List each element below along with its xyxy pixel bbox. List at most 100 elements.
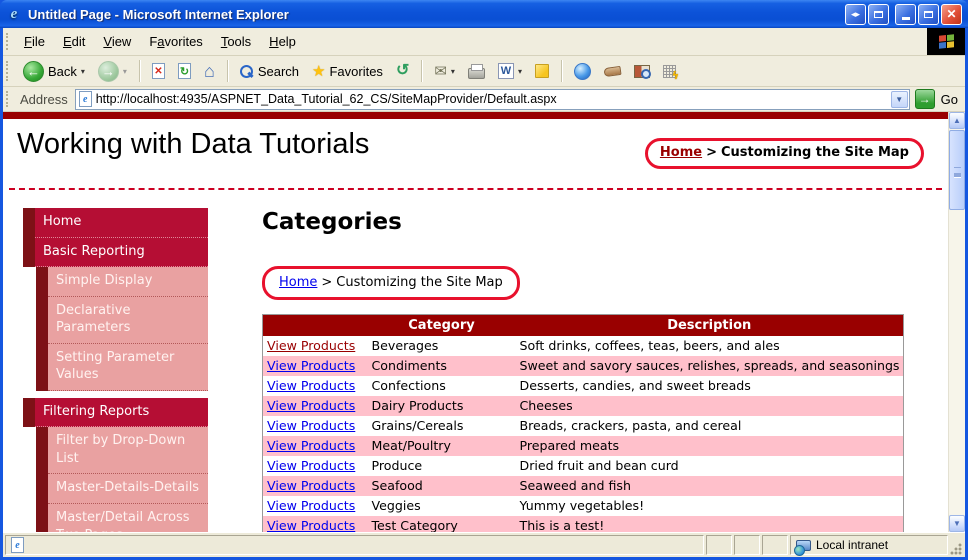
windows-flag-icon [938, 34, 954, 49]
view-products-cell: View Products [263, 456, 368, 476]
toolbar-separator [421, 60, 423, 82]
history-icon: ↺ [395, 62, 410, 79]
nav-strip [36, 343, 48, 391]
status-bar: e Local intranet [3, 532, 965, 557]
view-products-link[interactable]: View Products [267, 338, 355, 353]
top-breadcrumb-home-link[interactable]: Home [660, 145, 702, 160]
home-button[interactable]: ⌂ [199, 60, 220, 82]
address-bar: Address e http://localhost:4935/ASPNET_D… [3, 87, 965, 112]
maximize-icon [924, 10, 933, 18]
nav-strip [23, 237, 35, 268]
sidebar-item-basic-reporting[interactable]: Basic Reporting [23, 237, 208, 268]
status-panel [706, 535, 732, 555]
edit-with-word-button[interactable]: W ▾ [493, 61, 527, 81]
sidebar-item-master-detail-across-two-pages[interactable]: Master/Detail Across Two Pages [36, 504, 208, 532]
go-button[interactable]: → [914, 89, 935, 109]
menu-tools[interactable]: Tools [212, 32, 260, 51]
sidebar-item-declarative-parameters[interactable]: Declarative Parameters [36, 296, 208, 344]
menu-view[interactable]: View [94, 32, 140, 51]
view-products-link[interactable]: View Products [267, 478, 355, 493]
scroll-down-button[interactable]: ▼ [949, 515, 965, 532]
view-products-link[interactable]: View Products [267, 358, 355, 373]
history-button[interactable]: ↺ [391, 61, 414, 81]
view-products-link[interactable]: View Products [267, 498, 355, 513]
sidebar-item-simple-display[interactable]: Simple Display [36, 267, 208, 297]
table-row: View Products Produce Dried fruit and bean… [263, 456, 904, 476]
menubar-grip[interactable] [6, 32, 9, 51]
scrollbar-thumb[interactable] [949, 130, 965, 210]
undock-icon [874, 10, 883, 18]
favorites-button[interactable]: ★ Favorites [307, 62, 388, 81]
address-dropdown-button[interactable]: ▼ [890, 90, 908, 108]
sidebar-item-master-details-details[interactable]: Master-Details-Details [36, 474, 208, 505]
sidebar-item-filtering-reports[interactable]: Filtering Reports [23, 397, 208, 428]
address-input[interactable]: e http://localhost:4935/ASPNET_Data_Tuto… [74, 88, 910, 110]
description-cell: Prepared meats [515, 435, 904, 456]
sidebar-item-label: Declarative Parameters [48, 296, 208, 344]
status-page-icon: e [11, 537, 24, 553]
sidebar-item-filter-by-drop-down-list[interactable]: Filter by Drop-Down List [36, 427, 208, 475]
view-products-link[interactable]: View Products [267, 518, 355, 533]
resize-grip[interactable] [950, 542, 963, 555]
nav-group-gap [23, 391, 208, 398]
view-products-cell: View Products [262, 475, 368, 496]
maximize-button[interactable] [918, 3, 939, 25]
main-breadcrumb-current: Customizing the Site Map [336, 275, 503, 290]
menu-help[interactable]: Help [260, 32, 305, 51]
title-bar: e Untitled Page - Microsoft Internet Exp… [0, 0, 968, 28]
view-products-link[interactable]: View Products [267, 418, 355, 433]
vertical-scrollbar[interactable]: ▲ ▼ [948, 112, 965, 532]
category-cell: Grains/Cereals [371, 417, 464, 433]
close-button[interactable]: ✕ [941, 3, 962, 25]
research-book-icon [633, 64, 651, 79]
status-panel [762, 535, 788, 555]
scrollbar-track[interactable] [949, 211, 965, 515]
menu-favorites[interactable]: Favorites [140, 32, 211, 51]
go-label: Go [940, 91, 958, 107]
menu-file[interactable]: File [15, 32, 54, 51]
view-products-link[interactable]: View Products [267, 398, 355, 413]
addressbar-grip[interactable] [6, 91, 9, 107]
view-products-link[interactable]: View Products [267, 378, 355, 393]
description-cell: Soft drinks, coffees, teas, beers, and a… [519, 337, 780, 353]
toolbar-grip[interactable] [6, 61, 9, 81]
edit-dropdown-icon[interactable]: ▾ [518, 67, 522, 76]
nav-strip [23, 208, 35, 238]
print-button[interactable] [463, 62, 490, 81]
search-button[interactable]: Search [235, 62, 304, 81]
stop-button[interactable]: ✕ [147, 61, 170, 81]
mail-dropdown-icon[interactable]: ▾ [451, 67, 455, 76]
breadcrumb-separator: > [321, 275, 333, 290]
browser-viewport: Working with Data Tutorials Home > Customi… [3, 112, 965, 532]
sidebar-item-label: Filtering Reports [35, 397, 208, 428]
sidebar-item-setting-parameter-values[interactable]: Setting Parameter Values [36, 343, 208, 391]
table-row: View Products Seafood Seaweed and fish [262, 475, 904, 496]
main-breadcrumb-home-link[interactable]: Home [279, 275, 317, 290]
scroll-up-button[interactable]: ▲ [949, 112, 965, 129]
resize-width-button[interactable]: ◂▸ [845, 3, 866, 25]
messenger-button[interactable] [569, 61, 596, 82]
back-button[interactable]: ← Back ▾ [18, 59, 90, 84]
sidebar-item-home[interactable]: Home [23, 208, 208, 238]
top-breadcrumb-current: Customizing the Site Map [721, 145, 909, 160]
refresh-button[interactable]: ↻ [173, 61, 196, 81]
table-row: View Products Dairy Products Cheeses [262, 395, 904, 416]
popup-blocker-button[interactable]: ϟ [658, 63, 681, 82]
mail-button[interactable]: ✉ ▾ [429, 62, 460, 81]
sidebar-nav: Home Basic Reporting Simple Display Declara… [23, 208, 208, 532]
menu-edit[interactable]: Edit [54, 32, 94, 51]
view-products-link[interactable]: View Products [267, 438, 355, 453]
view-products-cell: View Products [262, 515, 368, 533]
address-url-text[interactable]: http://localhost:4935/ASPNET_Data_Tutori… [96, 92, 887, 106]
back-dropdown-icon[interactable]: ▾ [81, 67, 85, 76]
view-products-link[interactable]: View Products [267, 458, 355, 473]
undock-button[interactable] [868, 3, 889, 25]
minimize-button[interactable] [895, 3, 916, 25]
view-products-cell: View Products [263, 496, 368, 516]
discuss-button[interactable] [530, 62, 554, 80]
research-button[interactable] [629, 63, 655, 80]
forward-button[interactable]: → ▾ [93, 59, 132, 84]
shoe-tool-button[interactable] [599, 65, 626, 78]
sidebar-item-label: Master-Details-Details [48, 474, 208, 505]
table-row: View Products Test Category This is a test… [262, 515, 904, 533]
